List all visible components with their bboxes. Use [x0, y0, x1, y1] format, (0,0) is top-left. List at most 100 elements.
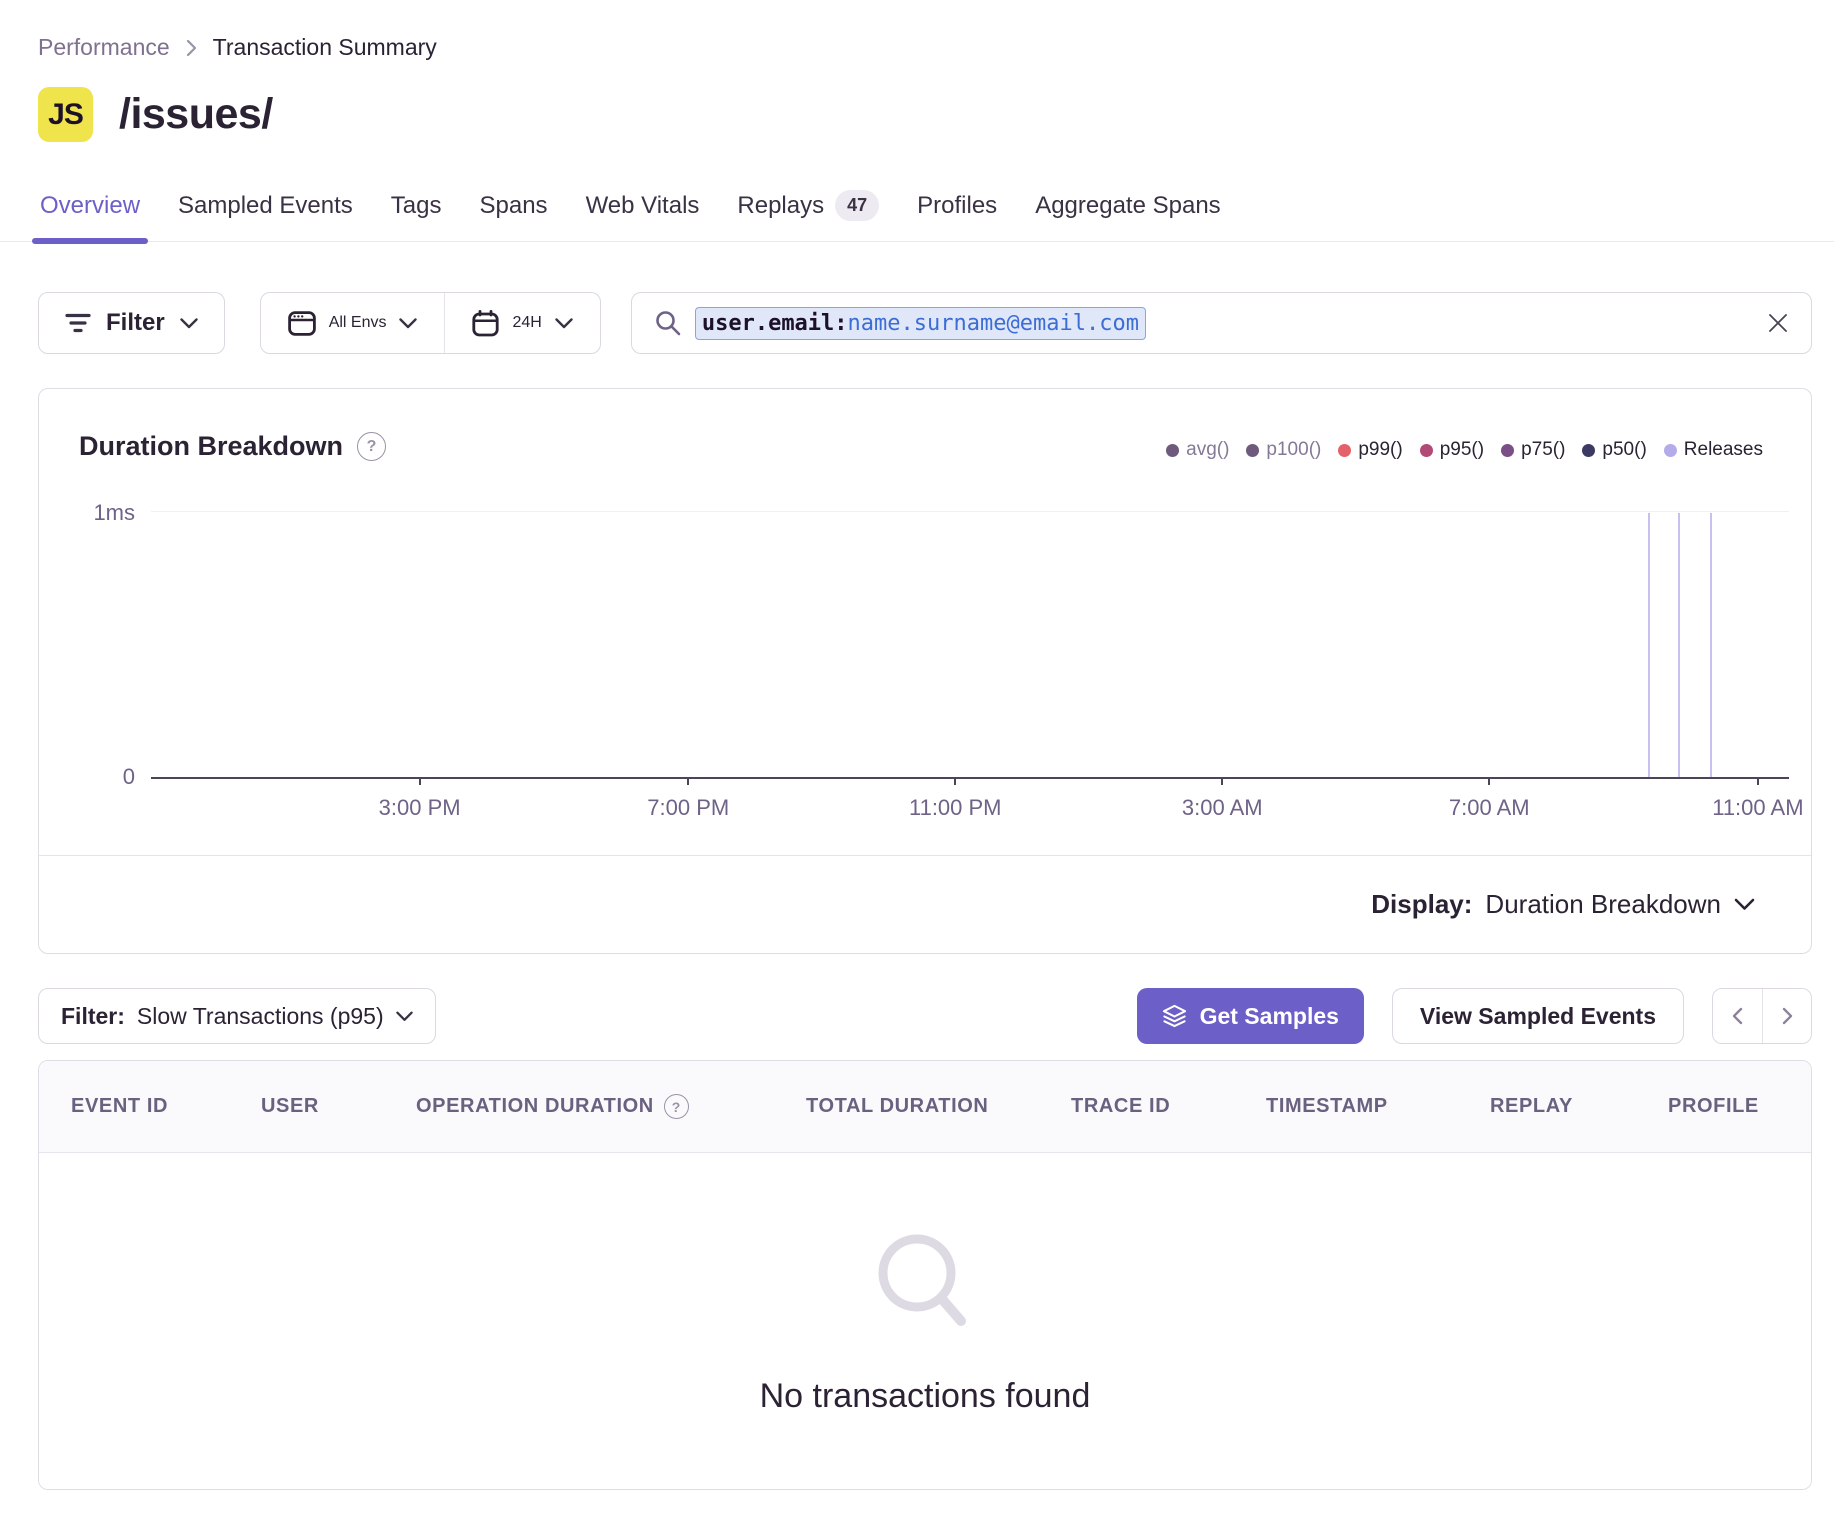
x-axis-tick	[687, 777, 689, 785]
samples-toolbar: Filter: Slow Transactions (p95) Get Samp…	[38, 988, 1812, 1044]
tab-label: Spans	[480, 192, 548, 220]
clear-search-icon[interactable]	[1767, 312, 1789, 334]
legend-dot	[1501, 444, 1514, 457]
search-token-key: user.email:	[702, 311, 848, 336]
legend-item-p50[interactable]: p50()	[1582, 439, 1646, 461]
chart-legend: avg() p100() p99() p95() p75() p50() Rel…	[1166, 439, 1763, 461]
get-samples-button[interactable]: Get Samples	[1137, 988, 1364, 1044]
window-icon	[288, 311, 316, 336]
environment-selector[interactable]: All Envs	[261, 293, 445, 353]
column-label: PROFILE	[1668, 1095, 1759, 1118]
duration-breakdown-panel: Duration Breakdown ? avg() p100() p99() …	[38, 388, 1812, 954]
legend-label: p99()	[1358, 439, 1402, 461]
x-axis-label: 11:00 PM	[909, 795, 1002, 821]
column-header-operation-duration: OPERATION DURATION ?	[416, 1094, 806, 1119]
column-label: TRACE ID	[1071, 1095, 1170, 1118]
column-header-profile: PROFILE	[1668, 1095, 1811, 1118]
column-header-event-id: EVENT ID	[71, 1095, 261, 1118]
transaction-filter-label: Filter:	[61, 1003, 125, 1030]
calendar-icon	[472, 310, 499, 337]
legend-item-p75[interactable]: p75()	[1501, 439, 1565, 461]
breadcrumb-separator-icon	[186, 39, 197, 57]
search-icon	[654, 309, 682, 337]
column-label: REPLAY	[1490, 1095, 1573, 1118]
x-axis-label: 7:00 AM	[1449, 795, 1530, 821]
legend-item-avg[interactable]: avg()	[1166, 439, 1229, 461]
release-marker-line[interactable]	[1678, 513, 1680, 777]
column-label: TIMESTAMP	[1266, 1095, 1388, 1118]
transactions-table: EVENT ID USER OPERATION DURATION ? TOTAL…	[38, 1060, 1812, 1490]
next-page-button[interactable]	[1762, 989, 1811, 1043]
search-query-token[interactable]: user.email:name.surname@email.com	[695, 307, 1146, 340]
date-range-selector[interactable]: 24H	[445, 293, 599, 353]
legend-dot	[1338, 444, 1351, 457]
tab-profiles[interactable]: Profiles	[915, 186, 999, 241]
tab-sampled-events[interactable]: Sampled Events	[176, 186, 355, 241]
transaction-filter-selector[interactable]: Filter: Slow Transactions (p95)	[38, 988, 436, 1044]
legend-item-p100[interactable]: p100()	[1246, 439, 1321, 461]
display-selector[interactable]: Display: Duration Breakdown	[1371, 889, 1755, 920]
operation-duration-help-icon[interactable]: ?	[664, 1094, 689, 1119]
column-label: EVENT ID	[71, 1095, 168, 1118]
filter-button[interactable]: Filter	[38, 292, 225, 354]
legend-dot	[1664, 444, 1677, 457]
legend-dot	[1246, 444, 1259, 457]
legend-item-p95[interactable]: p95()	[1420, 439, 1484, 461]
chart-help-icon[interactable]: ?	[357, 432, 386, 461]
page-title: /issues/	[119, 90, 273, 139]
breadcrumb-current: Transaction Summary	[213, 34, 437, 61]
legend-item-p99[interactable]: p99()	[1338, 439, 1402, 461]
column-header-timestamp: TIMESTAMP	[1266, 1095, 1490, 1118]
tab-spans[interactable]: Spans	[478, 186, 550, 241]
table-header-row: EVENT ID USER OPERATION DURATION ? TOTAL…	[39, 1061, 1811, 1153]
tab-label: Overview	[40, 192, 140, 220]
get-samples-label: Get Samples	[1200, 1003, 1339, 1030]
replays-count-badge: 47	[835, 190, 879, 221]
view-sampled-events-button[interactable]: View Sampled Events	[1392, 988, 1684, 1044]
column-label: USER	[261, 1095, 319, 1118]
legend-label: avg()	[1186, 439, 1229, 461]
breadcrumb-performance-link[interactable]: Performance	[38, 34, 170, 61]
legend-item-releases[interactable]: Releases	[1664, 439, 1763, 461]
legend-label: Releases	[1684, 439, 1763, 461]
column-header-trace-id: TRACE ID	[1071, 1095, 1266, 1118]
tab-aggregate-spans[interactable]: Aggregate Spans	[1033, 186, 1222, 241]
search-token-value: name.surname@email.com	[848, 311, 1139, 336]
column-label: TOTAL DURATION	[806, 1095, 988, 1118]
pagination	[1712, 988, 1812, 1044]
tab-tags[interactable]: Tags	[389, 186, 444, 241]
chevron-down-icon	[396, 1011, 413, 1022]
x-axis-tick	[1488, 777, 1490, 785]
x-axis-label: 3:00 AM	[1182, 795, 1263, 821]
chevron-down-icon	[555, 318, 573, 329]
x-axis-tick	[954, 777, 956, 785]
chevron-down-icon	[399, 318, 417, 329]
x-axis-tick	[1757, 777, 1759, 785]
legend-label: p95()	[1440, 439, 1484, 461]
x-axis-tick	[1221, 777, 1223, 785]
transaction-summary-page: Performance Transaction Summary JS /issu…	[0, 0, 1834, 1532]
column-header-total-duration: TOTAL DURATION	[806, 1095, 1071, 1118]
empty-message: No transactions found	[760, 1377, 1091, 1416]
tab-web-vitals[interactable]: Web Vitals	[584, 186, 702, 241]
view-sampled-events-label: View Sampled Events	[1420, 1003, 1656, 1030]
x-axis-label: 3:00 PM	[379, 795, 461, 821]
tab-replays[interactable]: Replays 47	[735, 186, 881, 241]
x-axis-tick	[419, 777, 421, 785]
search-input[interactable]: user.email:name.surname@email.com	[631, 292, 1812, 354]
previous-page-button[interactable]	[1713, 989, 1762, 1043]
filter-controls-row: Filter All Envs	[38, 292, 1812, 354]
legend-dot	[1166, 444, 1179, 457]
empty-search-icon	[864, 1227, 986, 1347]
release-marker-line[interactable]	[1648, 513, 1650, 777]
tab-label: Web Vitals	[586, 192, 700, 220]
breadcrumb: Performance Transaction Summary	[38, 34, 1812, 61]
chevron-down-icon	[180, 318, 198, 329]
tab-label: Aggregate Spans	[1035, 192, 1220, 220]
release-marker-line[interactable]	[1710, 513, 1712, 777]
tab-overview[interactable]: Overview	[38, 186, 142, 241]
chart-plot-area[interactable]: 1ms 0 3:00 PM 7:00 PM 11:00 PM 3:00 AM 7…	[151, 511, 1789, 779]
legend-label: p50()	[1602, 439, 1646, 461]
chevron-down-icon	[1734, 898, 1755, 911]
chevron-right-icon	[1782, 1007, 1793, 1025]
